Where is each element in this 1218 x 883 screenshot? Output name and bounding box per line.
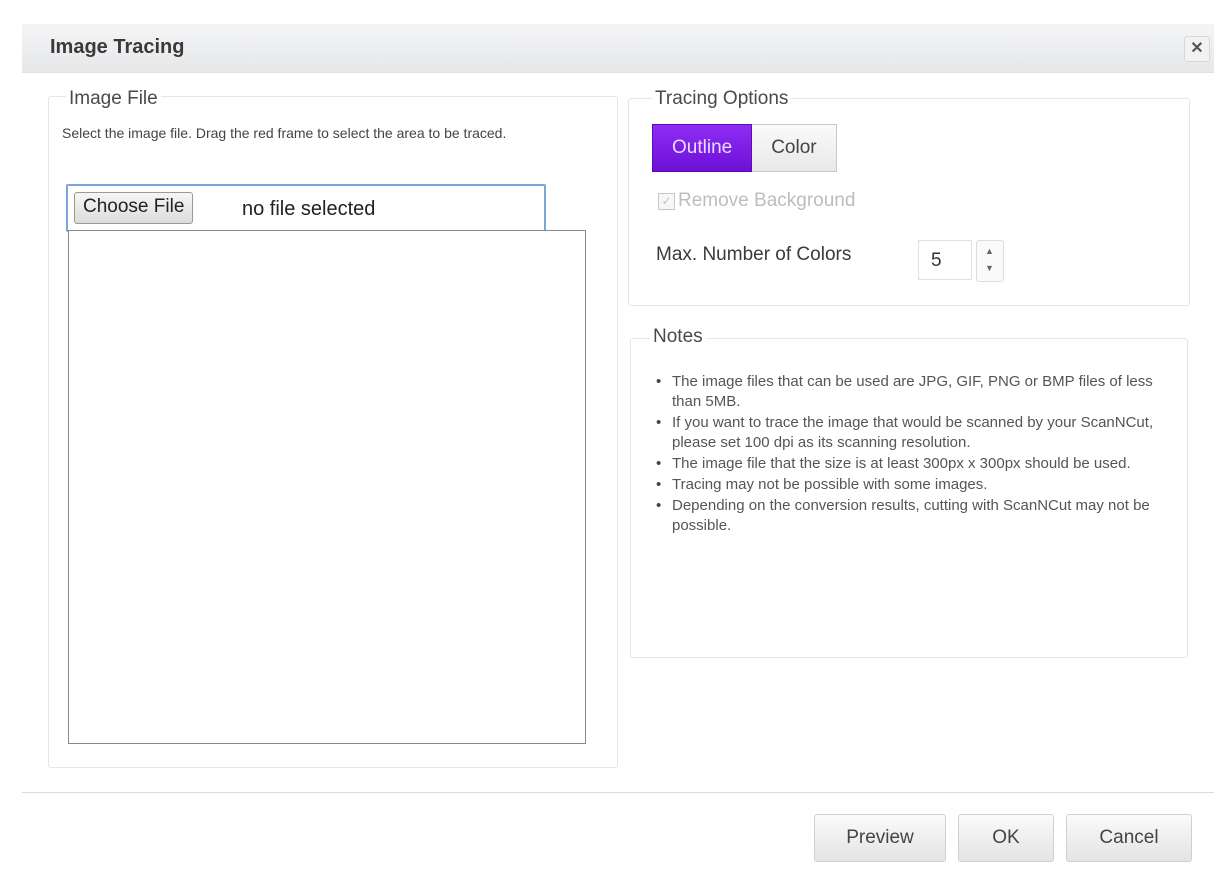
tracing-mode-toggle: Outline Color [652,124,837,172]
color-mode-button[interactable]: Color [752,124,837,172]
image-tracing-dialog: Image Tracing ✕ Image File Select the im… [0,0,1218,883]
cancel-button[interactable]: Cancel [1066,814,1192,862]
footer-divider [22,792,1214,793]
max-colors-label: Max. Number of Colors [656,244,852,265]
ok-button[interactable]: OK [958,814,1054,862]
list-item: If you want to trace the image that woul… [650,413,1170,453]
spinner-up-icon[interactable]: ▲ [985,246,994,256]
preview-button[interactable]: Preview [814,814,946,862]
image-preview-area[interactable] [68,230,586,744]
file-status: no file selected [242,198,376,220]
image-file-hint: Select the image file. Drag the red fram… [62,125,507,141]
notes-legend: Notes [650,326,706,348]
dialog-title: Image Tracing [50,36,185,58]
file-input[interactable]: Choose File no file selected [66,184,546,232]
notes-list: The image files that can be used are JPG… [650,372,1170,537]
dialog-titlebar: Image Tracing ✕ [22,24,1214,73]
tracing-options-legend: Tracing Options [652,88,792,110]
list-item: The image files that can be used are JPG… [650,372,1170,412]
close-icon[interactable]: ✕ [1184,36,1210,62]
outline-mode-button[interactable]: Outline [652,124,753,172]
choose-file-button[interactable]: Choose File [74,192,194,224]
list-item: Depending on the conversion results, cut… [650,496,1170,536]
list-item: Tracing may not be possible with some im… [650,475,1170,495]
max-colors-spinner[interactable]: ▲ ▼ [976,240,1004,282]
max-colors-input[interactable]: 5 [918,240,972,280]
remove-background-checkbox[interactable]: ✓ [658,192,675,210]
list-item: The image file that the size is at least… [650,454,1170,474]
remove-background-option[interactable]: ✓ Remove Background [658,190,855,212]
remove-background-label: Remove Background [678,190,856,211]
image-file-legend: Image File [66,88,161,110]
spinner-down-icon[interactable]: ▼ [985,263,994,273]
